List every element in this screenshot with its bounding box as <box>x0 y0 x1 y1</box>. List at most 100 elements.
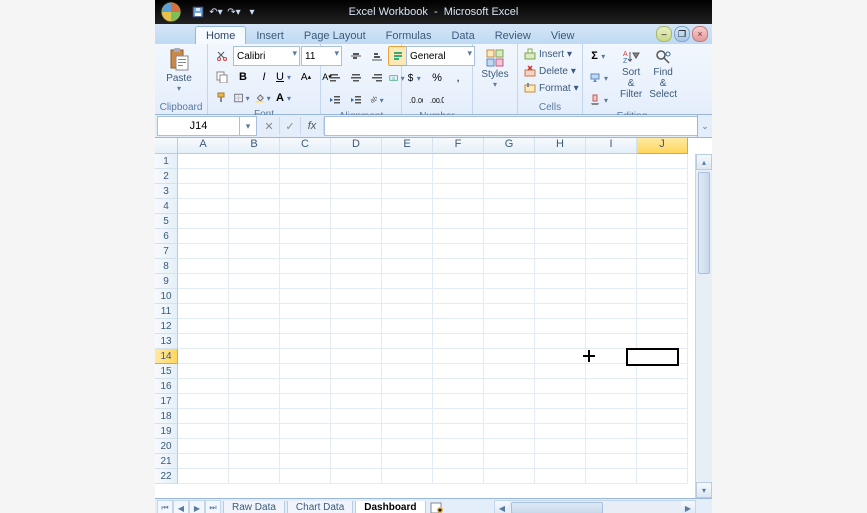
cell-F8[interactable] <box>433 259 484 274</box>
select-all-corner[interactable] <box>155 138 178 154</box>
cell-D12[interactable] <box>331 319 382 334</box>
cell-H9[interactable] <box>535 274 586 289</box>
cell-A17[interactable] <box>178 394 229 409</box>
cell-H18[interactable] <box>535 409 586 424</box>
col-header-A[interactable]: A <box>178 138 229 154</box>
cell-G17[interactable] <box>484 394 535 409</box>
font-color-button[interactable]: A▾ <box>275 88 295 108</box>
cell-E10[interactable] <box>382 289 433 304</box>
cell-A14[interactable] <box>178 349 229 364</box>
format-cells-button[interactable]: Format ▾ <box>522 80 581 96</box>
cell-A22[interactable] <box>178 469 229 484</box>
cell-B18[interactable] <box>229 409 280 424</box>
cell-D6[interactable] <box>331 229 382 244</box>
cell-D16[interactable] <box>331 379 382 394</box>
row-header-15[interactable]: 15 <box>155 364 178 379</box>
row-header-2[interactable]: 2 <box>155 169 178 184</box>
row-header-20[interactable]: 20 <box>155 439 178 454</box>
last-sheet-button[interactable]: ⏭ <box>205 500 221 513</box>
row-header-17[interactable]: 17 <box>155 394 178 409</box>
cell-G6[interactable] <box>484 229 535 244</box>
cell-C3[interactable] <box>280 184 331 199</box>
cell-C17[interactable] <box>280 394 331 409</box>
col-header-G[interactable]: G <box>484 138 535 154</box>
cell-B17[interactable] <box>229 394 280 409</box>
font-size-select[interactable]: 11 <box>301 46 342 66</box>
cell-I15[interactable] <box>586 364 637 379</box>
bold-button[interactable]: B <box>233 67 253 87</box>
cell-D11[interactable] <box>331 304 382 319</box>
cell-G12[interactable] <box>484 319 535 334</box>
row-header-10[interactable]: 10 <box>155 289 178 304</box>
cell-I18[interactable] <box>586 409 637 424</box>
cell-J4[interactable] <box>637 199 688 214</box>
cell-F2[interactable] <box>433 169 484 184</box>
expand-formula-bar-button[interactable]: ⌄ <box>697 115 712 137</box>
cell-D21[interactable] <box>331 454 382 469</box>
col-header-C[interactable]: C <box>280 138 331 154</box>
cell-F4[interactable] <box>433 199 484 214</box>
cell-I2[interactable] <box>586 169 637 184</box>
cell-G20[interactable] <box>484 439 535 454</box>
cell-J22[interactable] <box>637 469 688 484</box>
hscroll-thumb[interactable] <box>511 502 603 513</box>
cell-C10[interactable] <box>280 289 331 304</box>
col-header-I[interactable]: I <box>586 138 637 154</box>
cell-C4[interactable] <box>280 199 331 214</box>
comma-button[interactable]: , <box>448 68 468 88</box>
cell-B10[interactable] <box>229 289 280 304</box>
format-painter-icon[interactable] <box>212 88 232 108</box>
cell-C5[interactable] <box>280 214 331 229</box>
name-box-dropdown[interactable]: ▾ <box>239 117 256 135</box>
cell-I3[interactable] <box>586 184 637 199</box>
scroll-up-button[interactable]: ▴ <box>696 154 712 170</box>
cell-I17[interactable] <box>586 394 637 409</box>
cell-G18[interactable] <box>484 409 535 424</box>
styles-button[interactable]: Styles ▾ <box>477 46 513 92</box>
tab-formulas[interactable]: Formulas <box>376 27 442 44</box>
cell-C2[interactable] <box>280 169 331 184</box>
cell-E5[interactable] <box>382 214 433 229</box>
cell-D19[interactable] <box>331 424 382 439</box>
cell-H6[interactable] <box>535 229 586 244</box>
cell-E20[interactable] <box>382 439 433 454</box>
cell-C12[interactable] <box>280 319 331 334</box>
office-button[interactable] <box>155 0 187 24</box>
fill-color-button[interactable]: ▾ <box>254 88 274 108</box>
cell-C22[interactable] <box>280 469 331 484</box>
vscroll-thumb[interactable] <box>698 172 710 274</box>
row-header-11[interactable]: 11 <box>155 304 178 319</box>
cell-G8[interactable] <box>484 259 535 274</box>
cell-C14[interactable] <box>280 349 331 364</box>
cell-E2[interactable] <box>382 169 433 184</box>
cell-G7[interactable] <box>484 244 535 259</box>
copy-icon[interactable] <box>212 67 232 87</box>
cell-A5[interactable] <box>178 214 229 229</box>
cell-J20[interactable] <box>637 439 688 454</box>
cell-I6[interactable] <box>586 229 637 244</box>
cell-F17[interactable] <box>433 394 484 409</box>
cell-J7[interactable] <box>637 244 688 259</box>
cell-H15[interactable] <box>535 364 586 379</box>
sheet-tab-raw-data[interactable]: Raw Data <box>223 501 285 513</box>
cell-G9[interactable] <box>484 274 535 289</box>
horizontal-scrollbar[interactable]: ◀ ▶ <box>494 500 696 513</box>
cell-B20[interactable] <box>229 439 280 454</box>
cell-B16[interactable] <box>229 379 280 394</box>
redo-icon[interactable]: ↷▾ <box>227 5 241 19</box>
cell-D18[interactable] <box>331 409 382 424</box>
autosum-button[interactable]: Σ▾ <box>587 46 613 66</box>
row-header-22[interactable]: 22 <box>155 469 178 484</box>
cell-J15[interactable] <box>637 364 688 379</box>
cell-D13[interactable] <box>331 334 382 349</box>
cell-D22[interactable] <box>331 469 382 484</box>
cell-G14[interactable] <box>484 349 535 364</box>
cell-B21[interactable] <box>229 454 280 469</box>
cell-J3[interactable] <box>637 184 688 199</box>
cell-I4[interactable] <box>586 199 637 214</box>
col-header-D[interactable]: D <box>331 138 382 154</box>
decrease-indent-icon[interactable] <box>325 90 345 110</box>
cell-J10[interactable] <box>637 289 688 304</box>
cell-F16[interactable] <box>433 379 484 394</box>
cell-C21[interactable] <box>280 454 331 469</box>
